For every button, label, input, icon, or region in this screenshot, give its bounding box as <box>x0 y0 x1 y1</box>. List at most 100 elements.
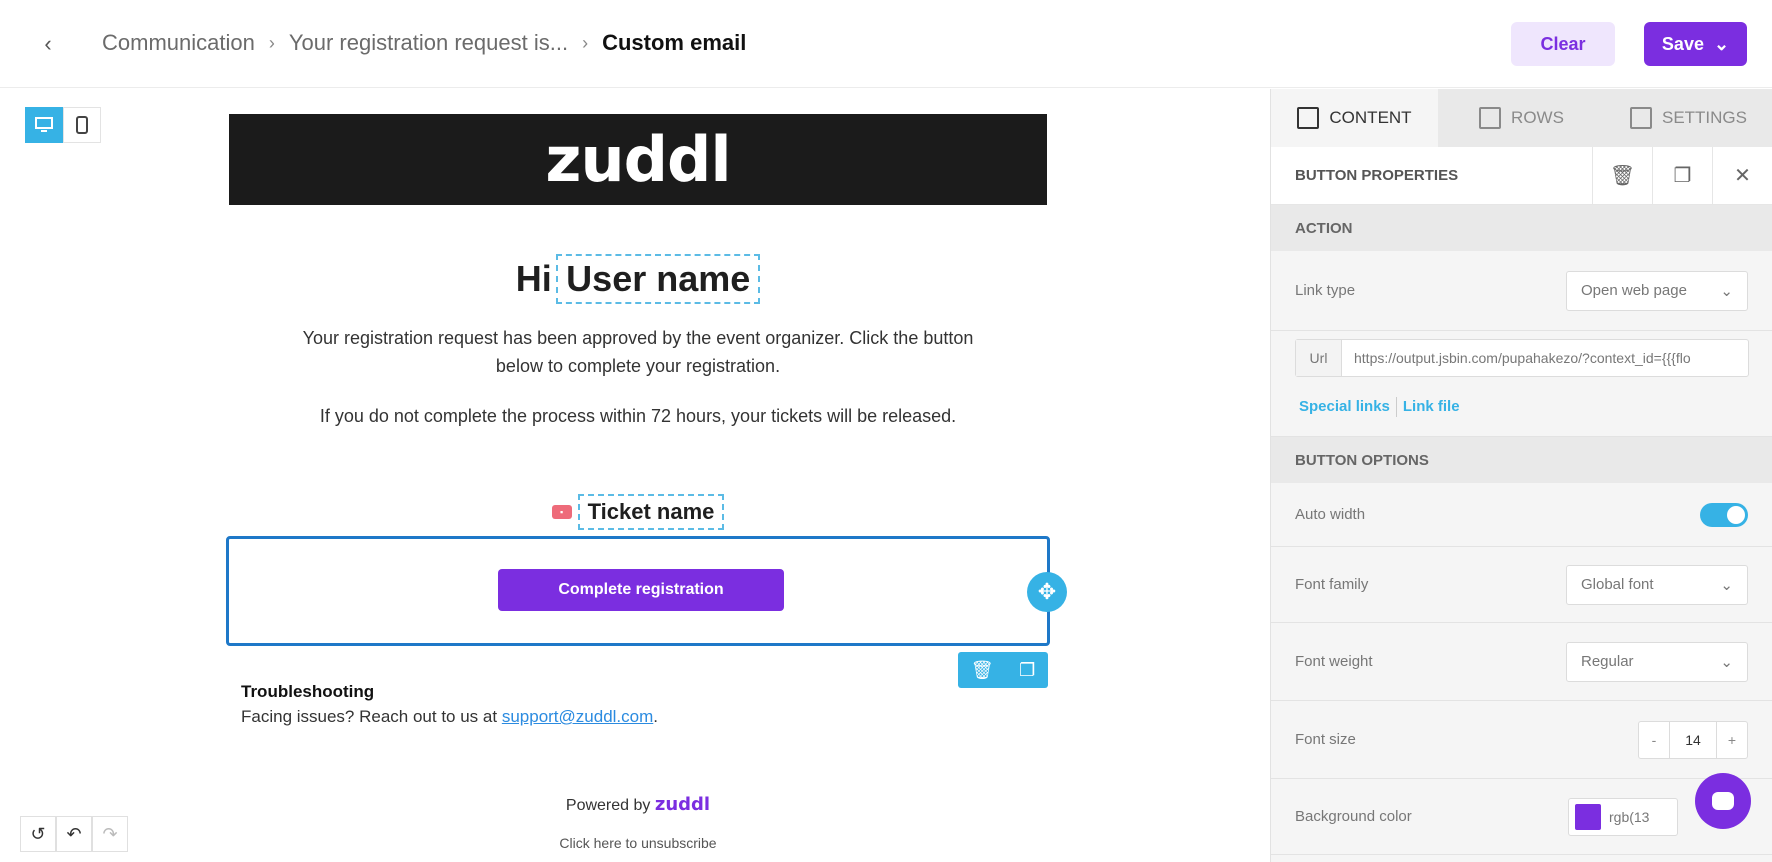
unsubscribe-link[interactable]: Click here to unsubscribe <box>0 835 1276 851</box>
breadcrumb-custom-email: Custom email <box>602 30 747 55</box>
undo-icon[interactable]: ↶ <box>56 816 92 852</box>
decrement-icon[interactable]: - <box>1639 722 1669 758</box>
redo-icon[interactable]: ↷ <box>92 816 128 852</box>
save-button-label: Save <box>1661 33 1704 54</box>
panel-tabs: CONTENT ROWS SETTINGS <box>1271 89 1772 147</box>
email-header-banner[interactable]: zuddl <box>229 114 1047 205</box>
expiry-paragraph[interactable]: If you do not complete the process withi… <box>300 402 976 430</box>
background-color-picker[interactable]: rgb(13 <box>1568 797 1678 836</box>
selected-button-block[interactable]: Complete registration <box>226 536 1050 646</box>
tab-settings-label: SETTINGS <box>1661 108 1747 127</box>
font-family-label: Font family <box>1295 576 1369 593</box>
history-icon[interactable]: ↺ <box>20 816 56 852</box>
auto-width-toggle[interactable] <box>1700 502 1748 527</box>
tab-content[interactable]: CONTENT <box>1271 89 1438 147</box>
block-toolbar: 🗑 ❐ <box>958 652 1048 688</box>
chevron-right-icon: › <box>582 32 589 53</box>
desktop-icon <box>35 117 53 132</box>
user-name-merge-tag[interactable]: User name <box>556 254 761 304</box>
content-grid-icon <box>1297 107 1320 129</box>
support-email-link[interactable]: support@zuddl.com <box>502 707 653 726</box>
delete-block-icon[interactable]: 🗑 <box>971 660 994 681</box>
font-family-select[interactable]: Global font ⌄ <box>1566 564 1748 605</box>
url-field-value[interactable]: https://output.jsbin.com/pupahakezo/?con… <box>1342 340 1748 376</box>
font-weight-label: Font weight <box>1295 653 1373 670</box>
font-weight-value: Regular <box>1581 653 1634 670</box>
chevron-down-icon: ⌄ <box>1720 653 1733 671</box>
desktop-view-button[interactable] <box>25 107 63 143</box>
font-size-stepper[interactable]: - 14 + <box>1638 720 1748 759</box>
tab-rows[interactable]: ROWS <box>1438 89 1605 147</box>
zuddl-logo: zuddl <box>545 123 731 196</box>
url-field-label: Url <box>1296 340 1342 376</box>
link-type-label: Link type <box>1295 282 1356 299</box>
url-row: Url https://output.jsbin.com/pupahakezo/… <box>1271 331 1772 377</box>
breadcrumb-communication[interactable]: Communication <box>102 30 255 56</box>
greeting-prefix: Hi <box>515 258 552 299</box>
background-color-label: Background color <box>1295 808 1412 825</box>
chevron-down-icon: ⌄ <box>1720 576 1733 594</box>
tab-settings[interactable]: SETTINGS <box>1605 89 1772 147</box>
troubleshooting-title: Troubleshooting <box>241 682 375 701</box>
font-size-value[interactable]: 14 <box>1669 721 1717 758</box>
delete-icon[interactable]: 🗑 <box>1592 146 1652 205</box>
approval-paragraph[interactable]: Your registration request has been appro… <box>300 324 976 380</box>
tab-rows-label: ROWS <box>1511 108 1564 127</box>
chevron-down-icon: ⌄ <box>1720 282 1733 300</box>
link-type-row: Link type Open web page ⌄ <box>1271 251 1772 331</box>
chevron-down-icon: ⌄ <box>1713 33 1730 54</box>
ticket-icon: ▪ <box>551 505 572 519</box>
clear-button[interactable]: Clear <box>1511 22 1615 66</box>
close-icon[interactable]: ✕ <box>1712 146 1772 205</box>
chevron-right-icon: › <box>268 32 275 53</box>
button-options-section-title: BUTTON OPTIONS <box>1271 437 1772 483</box>
tab-content-label: CONTENT <box>1329 108 1412 127</box>
font-family-value: Global font <box>1581 576 1654 593</box>
link-options-divider <box>1395 396 1397 417</box>
link-type-value: Open web page <box>1581 282 1687 299</box>
background-color-value: rgb(13 <box>1609 808 1650 825</box>
rows-icon <box>1479 107 1502 129</box>
button-properties-title: BUTTON PROPERTIES <box>1295 167 1459 184</box>
mobile-view-button[interactable] <box>63 107 101 143</box>
mobile-icon <box>76 116 88 134</box>
font-family-row: Font family Global font ⌄ <box>1271 547 1772 623</box>
properties-panel: CONTENT ROWS SETTINGS BUTTON PROPERTIES … <box>1270 89 1772 862</box>
complete-registration-button[interactable]: Complete registration <box>498 569 784 611</box>
ticket-row[interactable]: ▪ Ticket name <box>0 494 1276 530</box>
url-field[interactable]: Url https://output.jsbin.com/pupahakezo/… <box>1295 339 1749 377</box>
save-button[interactable]: Save ⌄ <box>1644 22 1747 66</box>
auto-width-row: Auto width <box>1271 483 1772 547</box>
powered-by-label: Powered by <box>565 797 651 814</box>
ticket-name-merge-tag[interactable]: Ticket name <box>577 494 725 530</box>
action-section-title: ACTION <box>1271 205 1772 251</box>
link-type-select[interactable]: Open web page ⌄ <box>1566 270 1748 311</box>
powered-by-brand: zuddl <box>654 794 711 815</box>
link-file-button[interactable]: Link file <box>1403 398 1460 415</box>
breadcrumb-registration-request[interactable]: Your registration request is... <box>289 30 568 56</box>
font-weight-select[interactable]: Regular ⌄ <box>1566 641 1748 682</box>
font-weight-row: Font weight Regular ⌄ <box>1271 623 1772 701</box>
duplicate-icon[interactable]: ❐ <box>1652 146 1712 205</box>
greeting-heading[interactable]: Hi User name <box>0 254 1276 304</box>
troubleshooting-text-suffix: . <box>653 707 659 726</box>
special-links-button[interactable]: Special links <box>1299 398 1390 415</box>
troubleshooting-text-body: Facing issues? Reach out to us at <box>241 707 498 726</box>
increment-icon[interactable]: + <box>1717 722 1747 758</box>
link-options: Special links Link file <box>1271 377 1772 437</box>
powered-by: Powered by zuddl <box>0 794 1276 815</box>
chat-bubble-icon <box>1712 792 1734 810</box>
back-arrow-icon[interactable]: ‹ <box>36 32 60 56</box>
font-size-row: Font size - 14 + <box>1271 701 1772 779</box>
move-icon[interactable]: ✥ <box>1027 572 1067 612</box>
top-bar: ‹ Communication › Your registration requ… <box>0 0 1772 88</box>
button-properties-header: BUTTON PROPERTIES 🗑 ❐ ✕ <box>1271 146 1772 205</box>
color-swatch <box>1575 803 1601 830</box>
chat-launcher-button[interactable] <box>1695 773 1751 829</box>
auto-width-label: Auto width <box>1295 506 1366 523</box>
settings-icon <box>1629 107 1652 129</box>
device-toggle <box>25 107 101 143</box>
duplicate-block-icon[interactable]: ❐ <box>1019 660 1035 681</box>
breadcrumb: Communication › Your registration reques… <box>102 30 746 56</box>
email-canvas: zuddl Hi User name Your registration req… <box>0 89 1270 862</box>
